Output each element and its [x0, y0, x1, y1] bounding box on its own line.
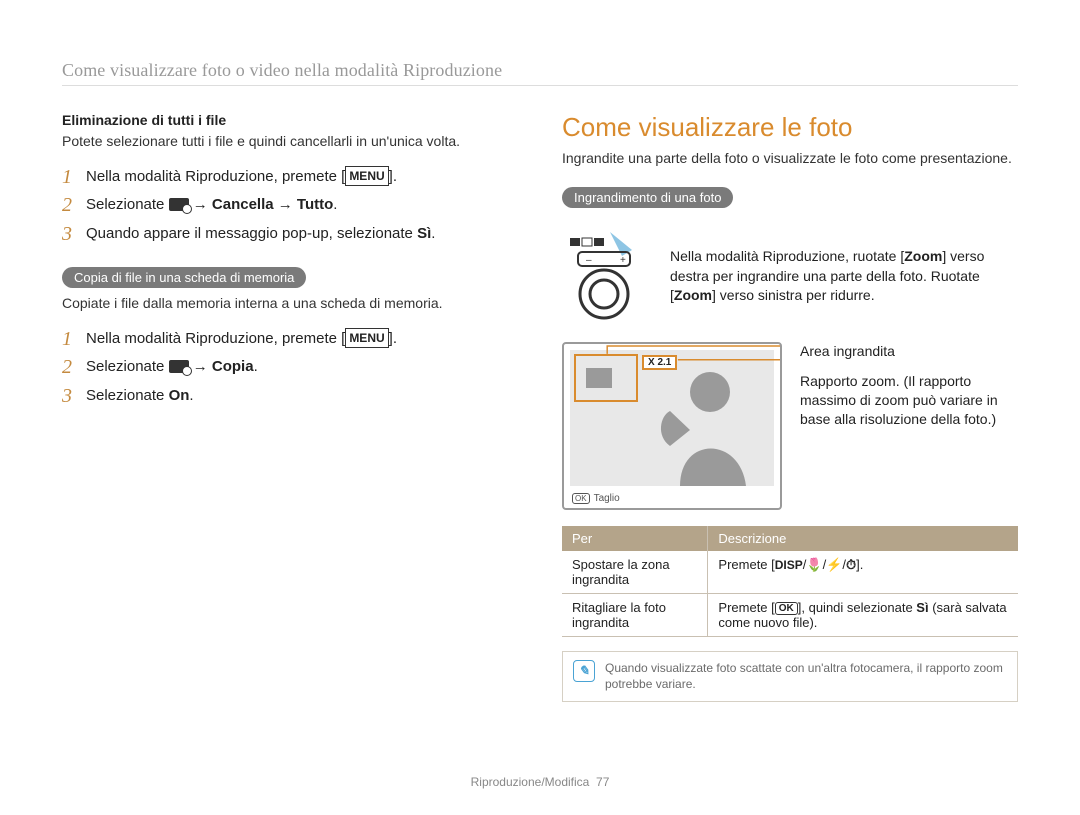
screen-caption: OK Taglio: [572, 493, 620, 504]
ok-icon: OK: [775, 602, 798, 615]
right-column: Come visualizzare le foto Ingrandite una…: [562, 112, 1018, 702]
step-text: Nella modalità Riproduzione, premete [ME…: [86, 166, 397, 189]
manual-page: Come visualizzare foto o video nella mod…: [0, 0, 1080, 815]
callout-labels: Area ingrandita Rapporto zoom. (Il rappo…: [800, 342, 1018, 442]
step-text: Selezionate → Cancella → Tutto.: [86, 194, 337, 217]
step-text: Nella modalità Riproduzione, premete [ME…: [86, 328, 397, 351]
zoom-dial-icon: – +: [562, 232, 646, 322]
delete-all-heading: Eliminazione di tutti i file: [62, 112, 518, 128]
page-footer: Riproduzione/Modifica 77: [0, 775, 1080, 789]
zoom-dial-text: Nella modalità Riproduzione, ruotate [Zo…: [670, 247, 1018, 306]
copy-pill: Copia di file in una scheda di memoria: [62, 267, 306, 288]
section-title: Come visualizzare le foto: [562, 112, 1018, 143]
settings-folder-icon: [169, 198, 189, 211]
section-intro: Ingrandite una parte della foto o visual…: [562, 149, 1018, 169]
description-table: Per Descrizione Spostare la zona ingrand…: [562, 526, 1018, 637]
table-row: Spostare la zona ingrandita Premete [DIS…: [562, 551, 1018, 594]
photo-silhouette-icon: [650, 366, 760, 486]
disp-icon: DISP: [775, 558, 803, 572]
note-box: ✎ Quando visualizzate foto scattate con …: [562, 651, 1018, 703]
svg-text:–: –: [586, 255, 592, 266]
table-cell: Premete [OK], quindi selezionate Sì (sar…: [708, 593, 1018, 636]
step-2: 2 Selezionate → Cancella → Tutto.: [62, 194, 518, 217]
info-icon: ✎: [573, 660, 595, 682]
step-2: 2 Selezionate → Copia.: [62, 356, 518, 379]
step-text: Selezionate On.: [86, 385, 194, 408]
step-text: Quando appare il messaggio pop-up, selez…: [86, 223, 435, 246]
zoom-pill: Ingrandimento di una foto: [562, 187, 733, 208]
step-number: 1: [62, 166, 76, 188]
table-header-per: Per: [562, 526, 708, 551]
table-cell: Spostare la zona ingrandita: [562, 551, 708, 594]
ratio-label: Rapporto zoom. (Il rapporto massimo di z…: [800, 372, 1018, 429]
svg-text:+: +: [620, 255, 626, 266]
step-number: 3: [62, 223, 76, 245]
screen-illustration: X 2.1 OK Taglio: [562, 342, 782, 510]
ok-icon: OK: [572, 493, 590, 504]
step-number: 1: [62, 328, 76, 350]
delete-all-desc: Potete selezionare tutti i file e quindi…: [62, 132, 518, 152]
enlarged-area-box: [574, 354, 638, 402]
step-3: 3 Quando appare il messaggio pop-up, sel…: [62, 223, 518, 246]
table-row: Ritagliare la foto ingrandita Premete [O…: [562, 593, 1018, 636]
step-3: 3 Selezionate On.: [62, 385, 518, 408]
note-text: Quando visualizzate foto scattate con un…: [605, 660, 1007, 694]
step-number: 2: [62, 356, 76, 378]
copy-desc: Copiate i file dalla memoria interna a u…: [62, 294, 518, 314]
zoom-ratio-tag: X 2.1: [642, 355, 677, 370]
copy-steps: 1 Nella modalità Riproduzione, premete […: [62, 328, 518, 408]
menu-icon: MENU: [345, 166, 388, 186]
step-1: 1 Nella modalità Riproduzione, premete […: [62, 166, 518, 189]
table-cell: Ritagliare la foto ingrandita: [562, 593, 708, 636]
delete-all-steps: 1 Nella modalità Riproduzione, premete […: [62, 166, 518, 246]
step-number: 2: [62, 194, 76, 216]
table-cell: Premete [DISP/🌷/⚡/⏱].: [708, 551, 1018, 594]
step-number: 3: [62, 385, 76, 407]
left-column: Eliminazione di tutti i file Potete sele…: [62, 112, 518, 702]
step-1: 1 Nella modalità Riproduzione, premete […: [62, 328, 518, 351]
breadcrumb: Come visualizzare foto o video nella mod…: [62, 60, 1018, 86]
area-label: Area ingrandita: [800, 342, 1018, 361]
settings-folder-icon: [169, 360, 189, 373]
step-text: Selezionate → Copia.: [86, 356, 258, 379]
table-header-desc: Descrizione: [708, 526, 1018, 551]
menu-icon: MENU: [345, 328, 388, 348]
